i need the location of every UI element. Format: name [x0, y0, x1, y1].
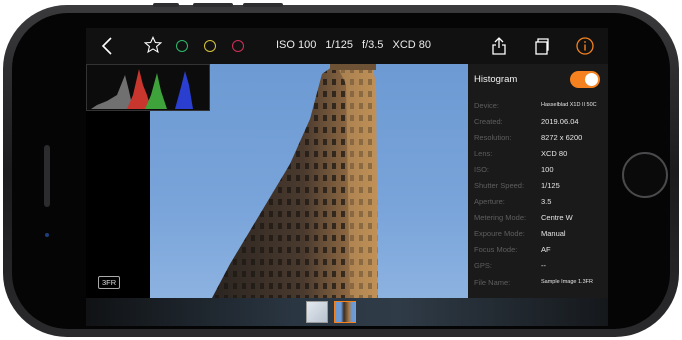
exif-shutter: 1/125	[325, 39, 353, 51]
app-screen: ISO 100 1/125 f/3.5 XCD 80 Histogram Dev…	[86, 28, 608, 326]
filmstrip-thumbnail-selected[interactable]	[334, 301, 356, 323]
histogram-blue-series	[175, 71, 193, 109]
star-icon[interactable]	[143, 36, 163, 59]
power-button	[153, 3, 179, 7]
info-row-aperture: Aperture: 3.5	[474, 197, 552, 206]
histogram-chart	[86, 64, 210, 111]
info-row-lens: Lens: XCD 80	[474, 149, 568, 158]
front-camera	[45, 233, 49, 237]
info-row-shutter-speed: Shutter Speed: 1/125	[474, 181, 560, 190]
red-color-label-icon[interactable]	[232, 40, 244, 52]
histogram-toggle[interactable]	[570, 71, 600, 88]
share-icon[interactable]	[491, 36, 507, 61]
histogram-red-series	[127, 69, 151, 109]
info-panel: Histogram Device: Hasselblad X1D II 50C C…	[468, 64, 608, 298]
info-row-device: Device: Hasselblad X1D II 50C	[474, 101, 597, 110]
info-row-iso: ISO: 100	[474, 165, 554, 174]
yellow-color-label-icon[interactable]	[204, 40, 216, 52]
info-row-metering-mode: Metering Mode: Centre W	[474, 213, 573, 222]
info-row-file-name: File Name: Sample Image 1.3FR	[474, 278, 593, 287]
histogram-green-series	[145, 73, 167, 109]
histogram-label: Histogram	[474, 74, 518, 85]
info-row-focus-mode: Focus Mode: AF	[474, 245, 551, 254]
info-row-exposure-mode: Expoure Mode: Manual	[474, 229, 566, 238]
info-row-resolution: Resolution: 8272 x 6200	[474, 133, 583, 142]
film-roll-icon[interactable]	[534, 36, 550, 61]
exif-lens: XCD 80	[392, 39, 432, 51]
top-toolbar: ISO 100 1/125 f/3.5 XCD 80	[86, 28, 608, 64]
file-format-badge: 3FR	[98, 276, 121, 289]
green-color-label-icon[interactable]	[176, 40, 188, 52]
volume-up-button	[193, 3, 233, 7]
filmstrip	[86, 298, 608, 326]
exif-aperture: f/3.5	[362, 39, 384, 51]
info-row-created: Created: 2019.06.04	[474, 117, 579, 126]
histogram-gray-series	[91, 75, 133, 109]
info-row-gps: GPS: --	[474, 261, 546, 270]
info-icon[interactable]	[575, 36, 595, 61]
back-chevron-icon[interactable]	[100, 35, 114, 62]
earpiece-speaker	[44, 145, 50, 207]
filmstrip-thumbnail[interactable]	[306, 301, 328, 323]
toggle-knob	[585, 73, 598, 86]
exif-summary: ISO 100 1/125 f/3.5 XCD 80	[276, 39, 437, 51]
home-button[interactable]	[622, 152, 668, 198]
volume-down-button	[243, 3, 283, 7]
exif-iso: ISO 100	[276, 39, 317, 51]
